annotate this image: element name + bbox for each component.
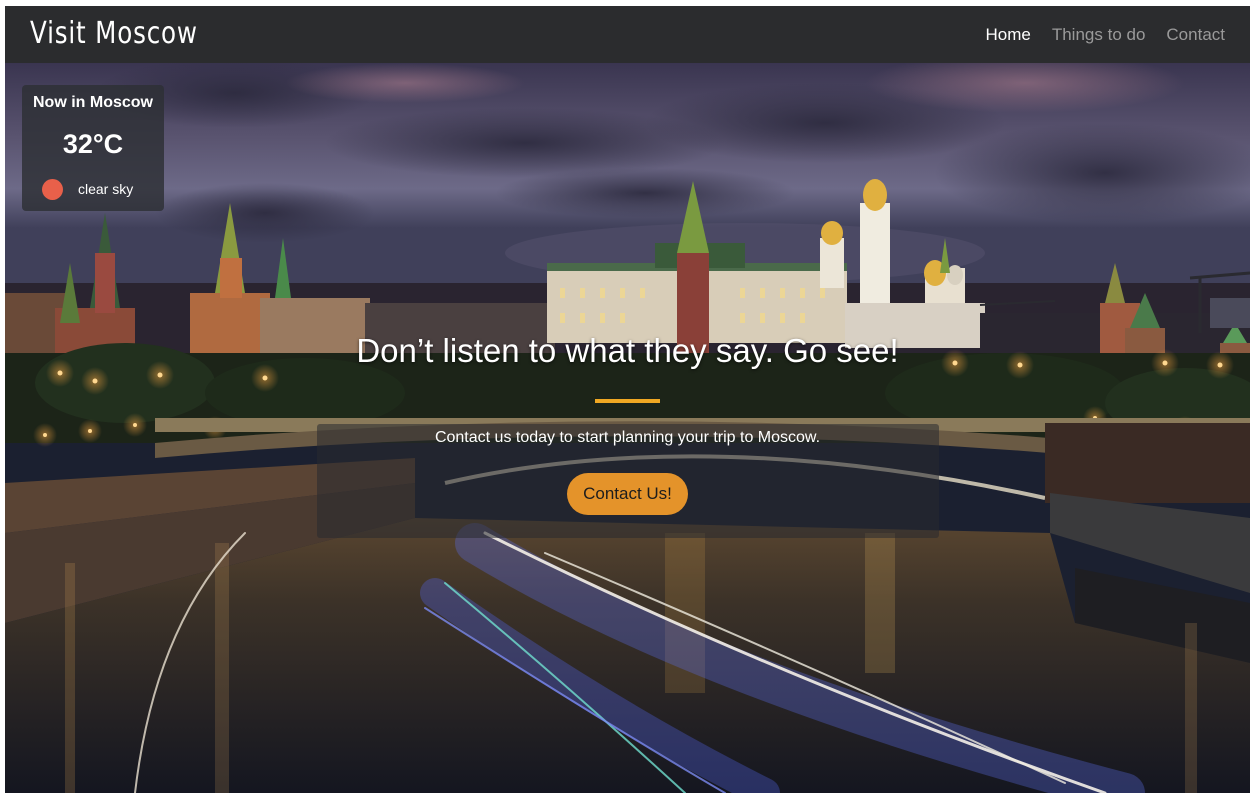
- contact-us-button[interactable]: Contact Us!: [567, 473, 688, 515]
- brand-logo[interactable]: Visit Moscow: [30, 14, 198, 54]
- nav-link-home[interactable]: Home: [985, 25, 1030, 45]
- browser-viewport: Visit Moscow Home Things to do Contact N…: [5, 6, 1250, 793]
- accent-divider: [595, 399, 660, 403]
- weather-title: Now in Moscow: [33, 94, 153, 111]
- hero-subtitle: Contact us today to start planning your …: [434, 429, 821, 446]
- hero-headline: Don’t listen to what they say. Go see!: [356, 332, 899, 369]
- weather-temperature: 32°C: [62, 129, 124, 159]
- weather-widget: Now in Moscow 32°C clear sky: [22, 85, 164, 211]
- nav-links: Home Things to do Contact: [985, 6, 1225, 63]
- top-navbar: Visit Moscow Home Things to do Contact: [5, 6, 1250, 63]
- nav-link-contact[interactable]: Contact: [1166, 25, 1225, 45]
- sun-icon: [42, 179, 63, 200]
- weather-description: clear sky: [78, 181, 134, 197]
- nav-link-things-to-do[interactable]: Things to do: [1052, 25, 1146, 45]
